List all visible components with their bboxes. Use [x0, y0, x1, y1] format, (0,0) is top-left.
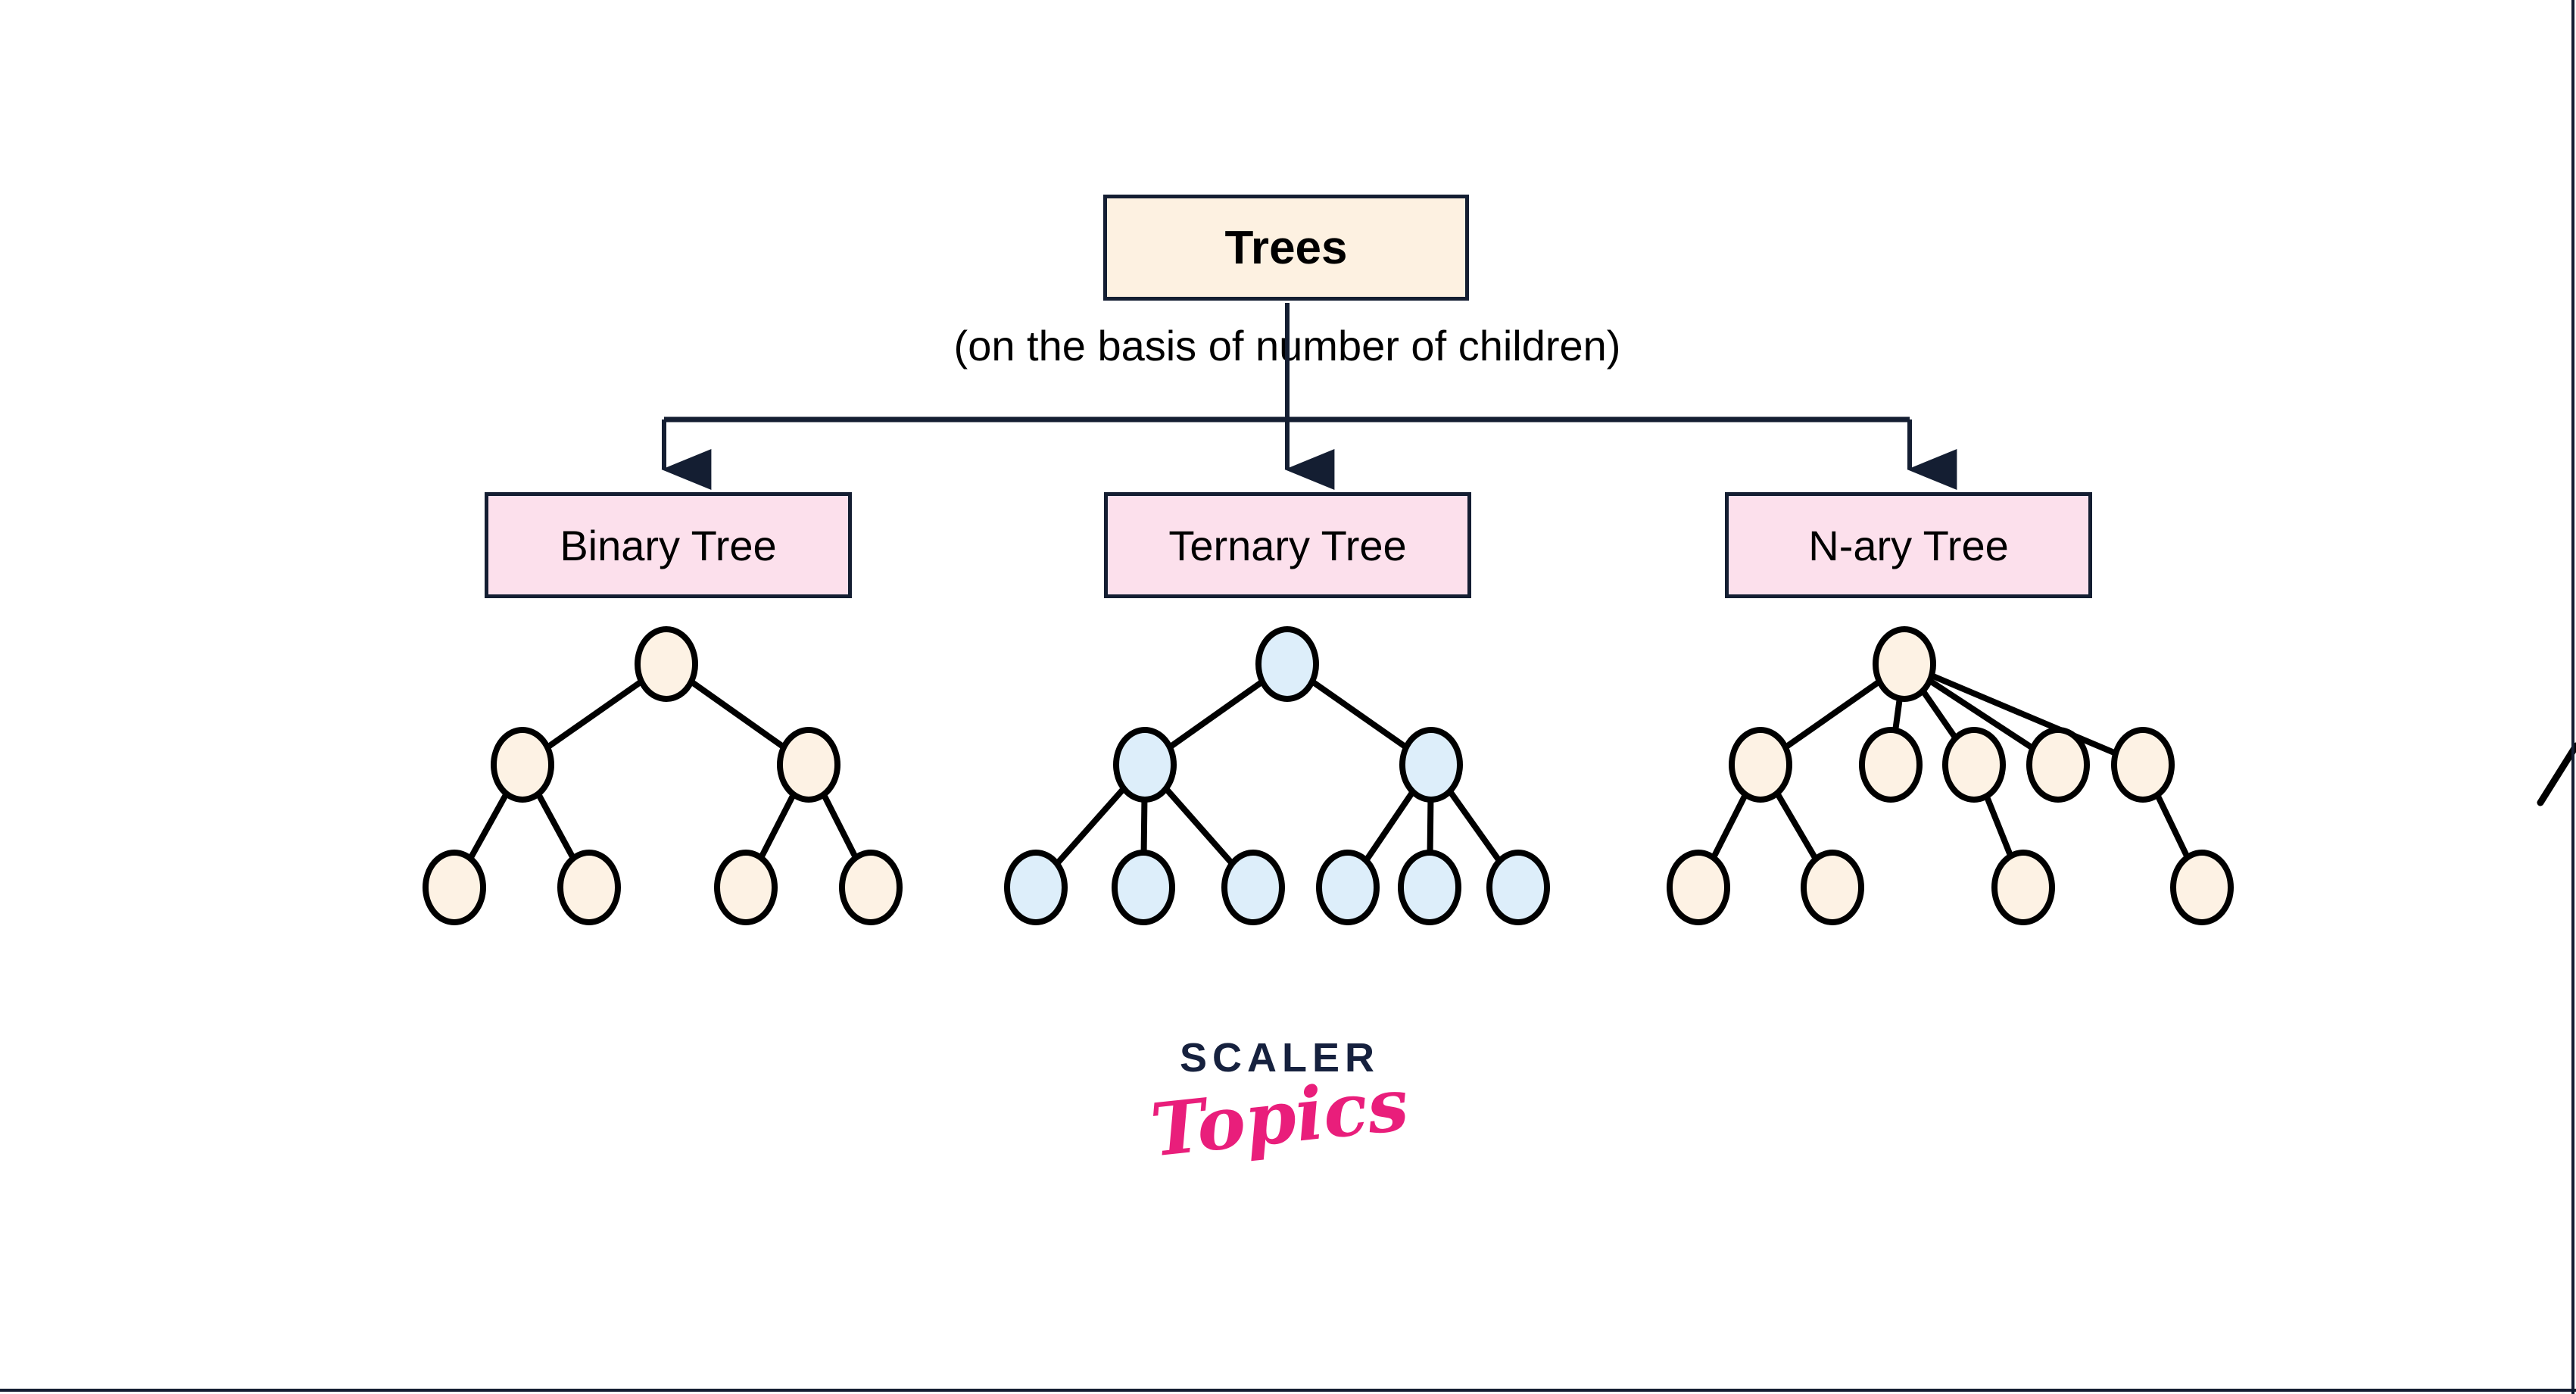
tree-node: [2026, 727, 2090, 803]
tree-edge: [2153, 792, 2191, 860]
tree-edges: [1710, 672, 2191, 862]
root-subtitle: (on the basis of number of children): [953, 322, 1621, 370]
category-label-nary-tree: N-ary Tree: [1808, 521, 2009, 569]
scaler-topics-logo: SCALER Topics: [1083, 1037, 1477, 1173]
tree-node: [1004, 850, 1068, 925]
tree-node: [1991, 850, 2055, 925]
tree-n-ary-tree: [1667, 626, 2234, 925]
category-label-ternary-tree: Ternary Tree: [1168, 521, 1407, 569]
tree-edge: [1983, 794, 2014, 859]
tree-node: [1859, 727, 1923, 803]
category-box-nary-tree: N-ary Tree: [1725, 492, 2092, 598]
tree-edges: [466, 678, 859, 862]
tree-node: [2170, 850, 2234, 925]
tree-edge: [1427, 797, 1434, 855]
tree-node: [1399, 727, 1463, 803]
root-node-trees: Trees: [1103, 195, 1469, 301]
tree-binary-tree: [423, 626, 903, 925]
tree-edge: [1710, 791, 1749, 861]
tree-node: [635, 626, 698, 702]
tree-node: [839, 850, 903, 925]
tree-edges: [1053, 678, 1503, 867]
tree-node: [2111, 727, 2175, 803]
tree-edge: [1773, 790, 1820, 862]
tree-node: [714, 850, 778, 925]
category-box-binary-tree: Binary Tree: [485, 492, 852, 598]
tree-node: [423, 850, 486, 925]
tree-edge: [1929, 672, 2119, 757]
tree-node: [1113, 727, 1177, 803]
tree-node: [1316, 850, 1380, 925]
tree-node: [1112, 850, 1175, 925]
tree-edge: [1308, 678, 1410, 751]
tree-node: [777, 727, 840, 803]
tree-edge: [688, 678, 787, 751]
right-border-rule: [2571, 0, 2574, 1394]
tree-node: [1801, 850, 1864, 925]
root-node-label: Trees: [1224, 221, 1348, 274]
bottom-border-rule: [0, 1389, 2576, 1392]
category-box-ternary-tree: Ternary Tree: [1104, 492, 1471, 598]
tree-edge: [1140, 797, 1148, 855]
diagram-canvas: Trees (on the basis of number of childre…: [0, 0, 2576, 1394]
tree-edge: [544, 678, 645, 751]
tree-edge: [820, 791, 859, 861]
tree-edge: [466, 791, 510, 862]
tree-node: [1398, 850, 1461, 925]
tree-node: [1942, 727, 2006, 803]
tree-node: [1221, 850, 1285, 925]
tree-node: [1486, 850, 1550, 925]
tree-node: [1255, 626, 1319, 702]
tree-edge: [535, 791, 577, 862]
tree-node: [1729, 727, 1792, 803]
tree-edge: [1782, 678, 1883, 751]
tree-edge: [1362, 788, 1417, 864]
category-label-binary-tree: Binary Tree: [560, 521, 777, 569]
tree-edge: [1919, 688, 1960, 741]
tree-edge: [1926, 677, 2036, 752]
tree-node: [557, 850, 621, 925]
tree-ternary-tree: [1004, 626, 1550, 925]
tree-edge: [1053, 785, 1127, 867]
tree-edge: [1446, 787, 1503, 865]
tree-edge: [1891, 696, 1904, 733]
tree-edge: [757, 791, 797, 861]
tree-node: [491, 727, 554, 803]
tree-node: [1873, 626, 1936, 702]
tree-node: [1667, 850, 1730, 925]
tree-edge: [1162, 785, 1236, 867]
tree-edge: [1166, 678, 1266, 751]
